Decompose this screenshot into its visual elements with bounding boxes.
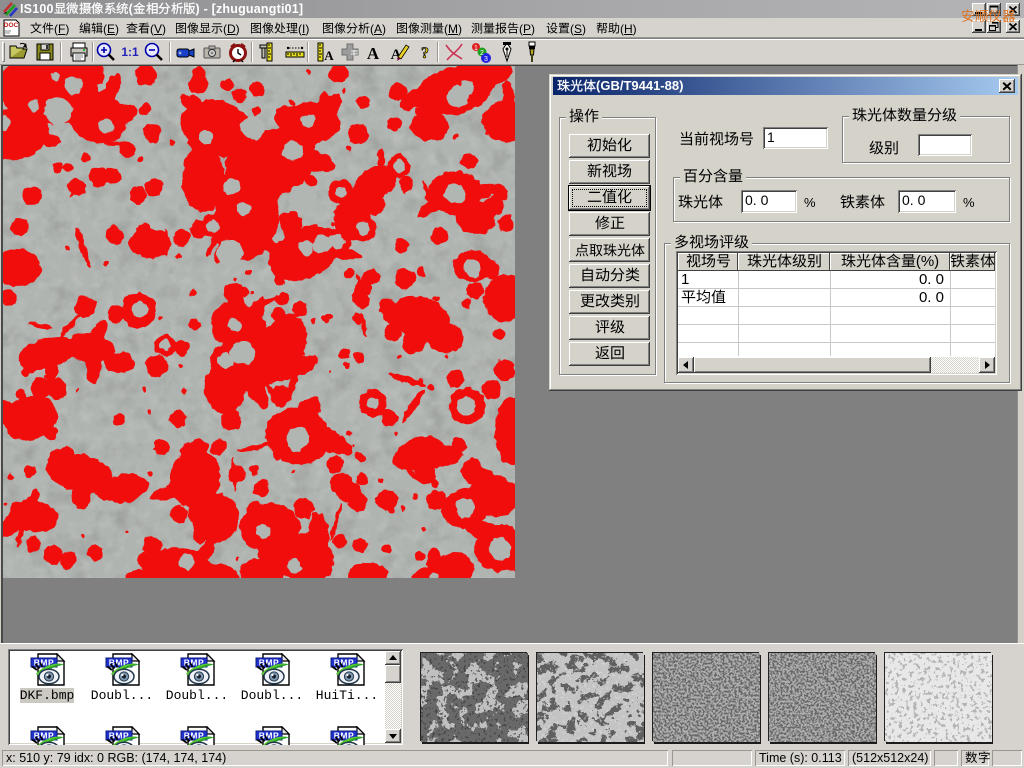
svg-text:A: A: [367, 44, 380, 63]
svg-text:3: 3: [484, 56, 488, 63]
svg-text:1:1: 1:1: [121, 45, 139, 59]
svg-text:A: A: [324, 48, 334, 63]
svg-text:1: 1: [474, 45, 478, 52]
svg-text:DOC: DOC: [4, 22, 19, 29]
svg-text:?: ?: [421, 45, 429, 62]
